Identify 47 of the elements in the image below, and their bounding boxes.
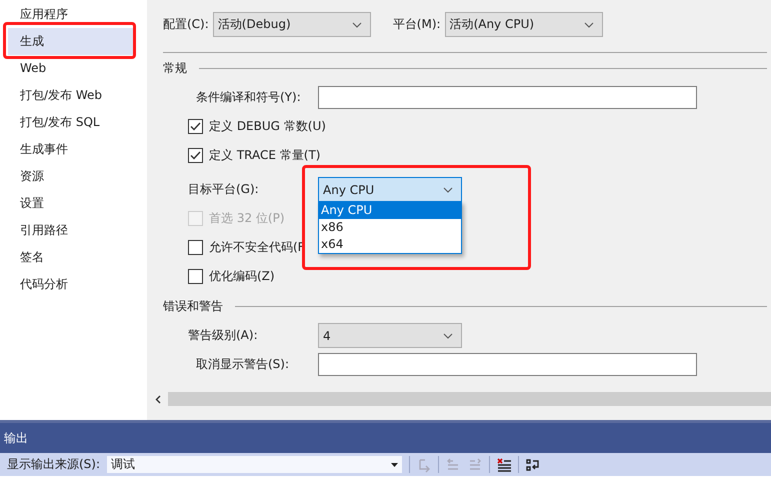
section-title: 错误和警告 (163, 298, 223, 314)
checkbox[interactable] (188, 269, 203, 284)
dropdown-option[interactable]: Any CPU (319, 202, 461, 219)
source-label: 显示输出来源(S): (7, 456, 100, 473)
sidebar-item[interactable]: 资源 (8, 163, 133, 190)
chevron-down-icon (584, 22, 594, 28)
checkbox-label: 首选 32 位(P) (209, 210, 284, 227)
panel-title: 输出 (4, 430, 28, 446)
output-source-dropdown[interactable]: 调试 (106, 455, 404, 474)
checkbox-label: 定义 TRACE 常量(T) (209, 147, 320, 164)
field-label: 目标平台(G): (188, 181, 260, 198)
configuration-label: 配置(C): (163, 16, 209, 33)
platform-target-dropdown[interactable]: 4 (318, 323, 462, 348)
dropdown-option[interactable]: x64 (319, 236, 461, 253)
sidebar-item[interactable]: 引用路径 (8, 217, 133, 244)
sidebar-item[interactable]: 打包/发布 SQL (8, 109, 133, 136)
sidebar-item[interactable]: 设置 (8, 190, 133, 217)
platform-target-dropdown[interactable]: Any CPU (318, 177, 462, 202)
field-label: 取消显示警告(S): (195, 356, 290, 373)
chevron-down-icon (443, 332, 453, 338)
sidebar-item[interactable]: Web (8, 55, 133, 82)
sidebar-item[interactable]: 生成事件 (8, 136, 133, 163)
clear-all-icon[interactable] (496, 456, 512, 472)
field-label: 警告级别(A): (188, 327, 259, 344)
section-title: 常规 (163, 60, 187, 76)
configuration-dropdown[interactable]: 活动(Debug) (212, 12, 371, 37)
caret-down-icon (391, 462, 398, 466)
input-field[interactable] (318, 353, 697, 376)
input-field[interactable] (318, 86, 697, 109)
dropdown-option[interactable]: x86 (319, 219, 461, 236)
checkbox-label: 优化编码(Z) (209, 268, 275, 285)
checkbox[interactable] (188, 119, 203, 134)
platform-dropdown[interactable]: 活动(Any CPU) (444, 12, 603, 37)
checkbox-label: 定义 DEBUG 常数(U) (209, 118, 326, 135)
sidebar-item[interactable]: 生成 (8, 28, 133, 55)
scroll-left-icon[interactable] (155, 394, 161, 404)
checkbox[interactable] (188, 148, 203, 163)
field-label: 条件编译和符号(Y): (195, 89, 302, 106)
chevron-down-icon (443, 186, 453, 192)
sidebar-item[interactable]: 代码分析 (8, 271, 133, 298)
word-wrap-icon[interactable] (525, 456, 542, 472)
checkbox[interactable] (188, 240, 203, 255)
sidebar-item[interactable]: 应用程序 (8, 1, 133, 28)
platform-label: 平台(M): (392, 16, 441, 33)
sidebar-item[interactable]: 打包/发布 Web (8, 82, 133, 109)
chevron-down-icon (352, 22, 362, 28)
sidebar-item[interactable]: 签名 (8, 244, 133, 271)
